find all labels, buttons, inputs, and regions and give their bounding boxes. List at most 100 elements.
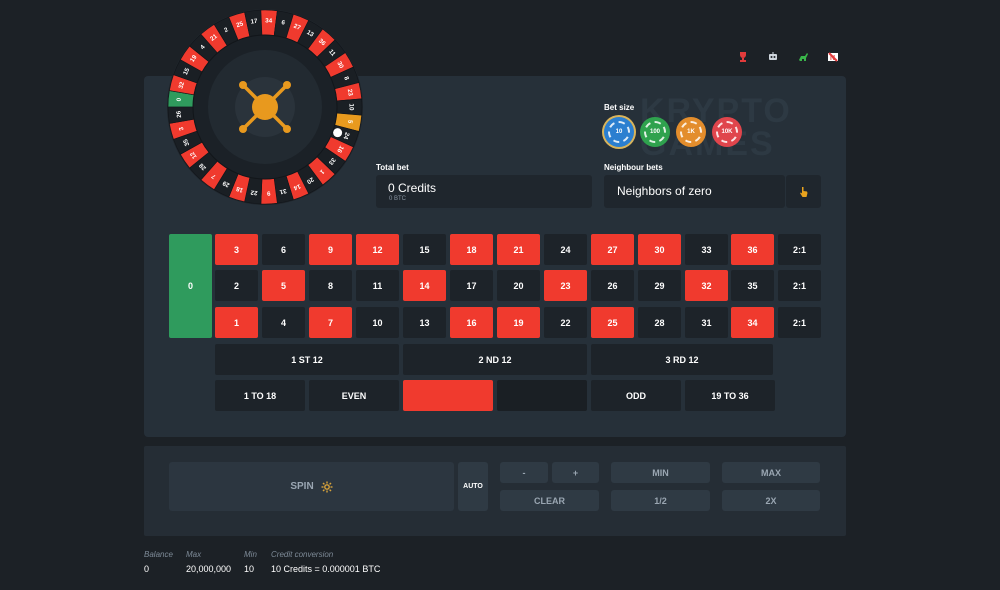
- bet-number-1[interactable]: 1: [215, 307, 258, 338]
- double-button[interactable]: 2X: [722, 490, 820, 511]
- min-label: Min: [244, 550, 257, 559]
- bet-number-30[interactable]: 30: [638, 234, 681, 265]
- max-block: Max 20,000,000: [186, 550, 231, 574]
- max-button[interactable]: MAX: [722, 462, 820, 483]
- min-button[interactable]: MIN: [611, 462, 710, 483]
- bet-number-3[interactable]: 3: [215, 234, 258, 265]
- spin-button[interactable]: SPIN: [169, 462, 454, 511]
- bet-dozen-2[interactable]: 2 ND 12: [403, 344, 587, 375]
- total-bet-display: 0 Credits 0 BTC: [376, 175, 592, 208]
- bet-number-6[interactable]: 6: [262, 234, 305, 265]
- chip-100[interactable]: 100: [640, 117, 670, 147]
- min-block: Min 10: [244, 550, 257, 574]
- bet-19-to-36[interactable]: 19 TO 36: [685, 380, 775, 411]
- chip-selector: 10 100 1K 10K: [604, 117, 742, 147]
- bet-column-2[interactable]: 2:1: [778, 270, 821, 301]
- bet-number-27[interactable]: 27: [591, 234, 634, 265]
- bet-number-36[interactable]: 36: [731, 234, 774, 265]
- half-button[interactable]: 1/2: [611, 490, 710, 511]
- chip-10k[interactable]: 10K: [712, 117, 742, 147]
- clear-button[interactable]: CLEAR: [500, 490, 599, 511]
- bet-number-15[interactable]: 15: [403, 234, 446, 265]
- bet-number-22[interactable]: 22: [544, 307, 587, 338]
- neighbour-bets-select[interactable]: Neighbors of zero: [604, 175, 785, 208]
- place-neighbour-bet-button[interactable]: [786, 175, 821, 208]
- bet-number-31[interactable]: 31: [685, 307, 728, 338]
- bet-number-13[interactable]: 13: [403, 307, 446, 338]
- bet-number-25[interactable]: 25: [591, 307, 634, 338]
- svg-text:N: N: [830, 55, 835, 62]
- chip-1k[interactable]: 1K: [676, 117, 706, 147]
- max-value: 20,000,000: [186, 564, 232, 574]
- chip-label: 100: [649, 129, 660, 135]
- bet-number-17[interactable]: 17: [450, 270, 493, 301]
- bet-number-21[interactable]: 21: [497, 234, 540, 265]
- bet-number-10[interactable]: 10: [356, 307, 399, 338]
- bet-number-16[interactable]: 16: [450, 307, 493, 338]
- conversion-block: Credit conversion 10 Credits = 0.000001 …: [271, 550, 431, 574]
- spin-label: SPIN: [290, 481, 314, 492]
- total-bet-btc: 0 BTC: [389, 196, 407, 202]
- trophy-icon[interactable]: [736, 50, 750, 64]
- bet-number-23[interactable]: 23: [544, 270, 587, 301]
- balance-block: Balance 0: [144, 550, 173, 574]
- bet-number-18[interactable]: 18: [450, 234, 493, 265]
- bet-number-2[interactable]: 2: [215, 270, 258, 301]
- turret-knob: [283, 125, 291, 133]
- bet-odd[interactable]: ODD: [591, 380, 681, 411]
- roulette-wheel: 0321519421225 17 34 6 2713361130823105241633…: [167, 9, 363, 205]
- chip-10[interactable]: 10: [604, 117, 634, 147]
- dinosaur-icon[interactable]: [796, 50, 810, 64]
- bet-dozen-1[interactable]: 1 ST 12: [215, 344, 399, 375]
- balance-value: 0: [144, 564, 150, 574]
- bet-dozen-3[interactable]: 3 RD 12: [591, 344, 773, 375]
- bet-number-14[interactable]: 14: [403, 270, 446, 301]
- wheel-number-label: 34: [265, 17, 273, 24]
- conversion-label: Credit conversion: [271, 550, 334, 559]
- auto-button[interactable]: AUTO: [458, 462, 488, 511]
- bet-size-label: Bet size: [604, 103, 635, 112]
- bet-1-to-18[interactable]: 1 TO 18: [215, 380, 305, 411]
- robot-icon[interactable]: [766, 50, 780, 64]
- mute-icon[interactable]: N: [826, 50, 840, 64]
- bet-number-26[interactable]: 26: [591, 270, 634, 301]
- bet-number-12[interactable]: 12: [356, 234, 399, 265]
- turret-knob: [239, 125, 247, 133]
- bet-column-3[interactable]: 2:1: [778, 307, 821, 338]
- neighbour-bets-label: Neighbour bets: [604, 163, 663, 172]
- bet-number-9[interactable]: 9: [309, 234, 352, 265]
- bet-number-29[interactable]: 29: [638, 270, 681, 301]
- chip-label: 10: [615, 129, 623, 135]
- bet-red[interactable]: [403, 380, 493, 411]
- bet-zero[interactable]: 0: [169, 234, 212, 338]
- bet-number-5[interactable]: 5: [262, 270, 305, 301]
- bet-number-33[interactable]: 33: [685, 234, 728, 265]
- max-label: Max: [186, 550, 202, 559]
- bet-number-28[interactable]: 28: [638, 307, 681, 338]
- turret-knob: [239, 81, 247, 89]
- turret-knob: [283, 81, 291, 89]
- increase-bet-button[interactable]: +: [552, 462, 599, 483]
- min-value: 10: [244, 564, 255, 574]
- total-bet-label: Total bet: [376, 163, 409, 172]
- bet-even[interactable]: EVEN: [309, 380, 399, 411]
- top-icon-bar: N: [736, 50, 840, 64]
- bet-column-1[interactable]: 2:1: [778, 234, 821, 265]
- bet-number-4[interactable]: 4: [262, 307, 305, 338]
- wheel-number-label: 26: [175, 110, 183, 118]
- bet-number-32[interactable]: 32: [685, 270, 728, 301]
- bet-number-35[interactable]: 35: [731, 270, 774, 301]
- decrease-bet-button[interactable]: -: [500, 462, 548, 483]
- bet-number-20[interactable]: 20: [497, 270, 540, 301]
- bet-number-8[interactable]: 8: [309, 270, 352, 301]
- bet-number-11[interactable]: 11: [356, 270, 399, 301]
- bet-black[interactable]: [497, 380, 587, 411]
- conversion-value: 10 Credits = 0.000001 BTC: [271, 564, 381, 574]
- neighbour-bets-value: Neighbors of zero: [617, 184, 712, 198]
- chip-label: 10K: [721, 129, 733, 135]
- bet-number-24[interactable]: 24: [544, 234, 587, 265]
- bet-number-7[interactable]: 7: [309, 307, 352, 338]
- bet-number-34[interactable]: 34: [731, 307, 774, 338]
- balance-label: Balance: [144, 550, 173, 559]
- bet-number-19[interactable]: 19: [497, 307, 540, 338]
